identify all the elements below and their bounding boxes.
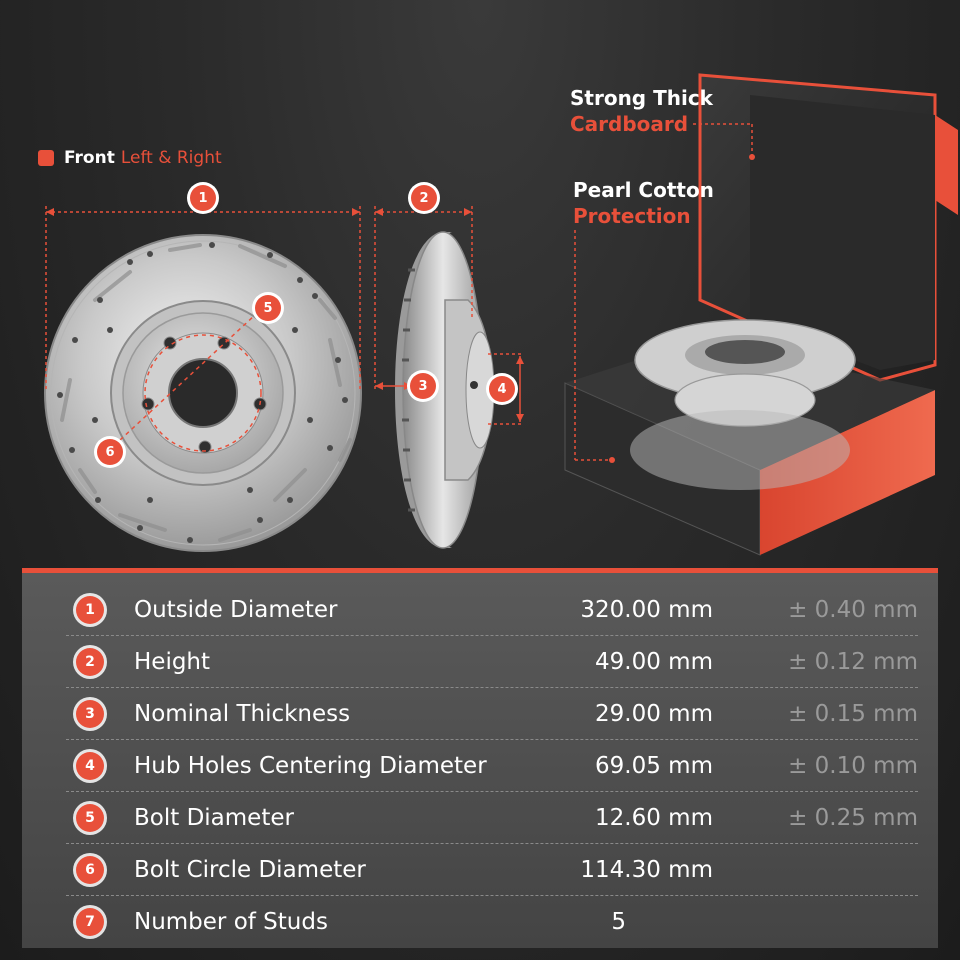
spec-tolerance: ± 0.15 mm <box>788 701 918 727</box>
front-rotor <box>44 206 362 552</box>
callout-1: 1 <box>190 185 216 211</box>
cotton-label: Pearl Cotton Protection <box>573 177 714 229</box>
cotton-line1: Pearl Cotton <box>573 178 714 202</box>
spec-name: Hub Holes Centering Diameter <box>134 753 487 779</box>
spec-value: 320.00 mm <box>580 597 713 623</box>
spec-value: 12.60 mm <box>595 805 713 831</box>
front-square-icon <box>38 150 54 166</box>
package-box <box>564 73 958 556</box>
callout-2: 2 <box>411 185 437 211</box>
spec-name: Bolt Diameter <box>134 805 294 831</box>
spec-value: 29.00 mm <box>595 701 713 727</box>
spec-tolerance: ± 0.40 mm <box>788 597 918 623</box>
spec-value: 5 <box>611 909 626 935</box>
spec-name: Height <box>134 649 211 675</box>
spec-tolerance: ± 0.12 mm <box>788 649 918 675</box>
spec-number-badge: 4 <box>76 752 104 780</box>
front-sides: Left & Right <box>120 148 222 168</box>
spec-row-bolt-circle: 6 Bolt Circle Diameter 114.30 mm <box>66 844 918 896</box>
product-illustration: Front Left & Right Strong Thick Cardboar… <box>0 0 960 580</box>
spec-number-badge: 3 <box>76 700 104 728</box>
spec-row-bolt-diameter: 5 Bolt Diameter 12.60 mm ± 0.25 mm <box>66 792 918 844</box>
cardboard-label: Strong Thick Cardboard <box>570 85 713 137</box>
cardboard-line1: Strong Thick <box>570 86 713 110</box>
spec-tolerance: ± 0.10 mm <box>788 753 918 779</box>
spec-number-badge: 7 <box>76 908 104 936</box>
spec-name: Number of Studs <box>134 909 328 935</box>
spec-value: 69.05 mm <box>595 753 713 779</box>
spec-name: Outside Diameter <box>134 597 338 623</box>
cardboard-line2: Cardboard <box>570 112 689 136</box>
front-title: Front <box>64 148 115 168</box>
cotton-line2: Protection <box>573 204 691 228</box>
spec-row-number-of-studs: 7 Number of Studs 5 <box>66 896 918 948</box>
spec-row-height: 2 Height 49.00 mm ± 0.12 mm <box>66 636 918 688</box>
spec-value: 114.30 mm <box>580 857 713 883</box>
front-label: Front Left & Right <box>38 148 222 168</box>
spec-row-outside-diameter: 1 Outside Diameter 320.00 mm ± 0.40 mm <box>66 584 918 636</box>
spec-number-badge: 6 <box>76 856 104 884</box>
spec-number-badge: 1 <box>76 596 104 624</box>
spec-name: Nominal Thickness <box>134 701 351 727</box>
spec-row-nominal-thickness: 3 Nominal Thickness 29.00 mm ± 0.15 mm <box>66 688 918 740</box>
spec-row-hub-holes: 4 Hub Holes Centering Diameter 69.05 mm … <box>66 740 918 792</box>
spec-table: 1 Outside Diameter 320.00 mm ± 0.40 mm 2… <box>22 568 938 948</box>
spec-tolerance: ± 0.25 mm <box>788 805 918 831</box>
callout-4: 4 <box>489 376 515 402</box>
callout-3: 3 <box>410 373 436 399</box>
spec-number-badge: 5 <box>76 804 104 832</box>
spec-value: 49.00 mm <box>595 649 713 675</box>
spec-name: Bolt Circle Diameter <box>134 857 366 883</box>
callout-6: 6 <box>97 439 123 465</box>
spec-number-badge: 2 <box>76 648 104 676</box>
rotor-drawing <box>44 73 958 556</box>
callout-5: 5 <box>255 295 281 321</box>
